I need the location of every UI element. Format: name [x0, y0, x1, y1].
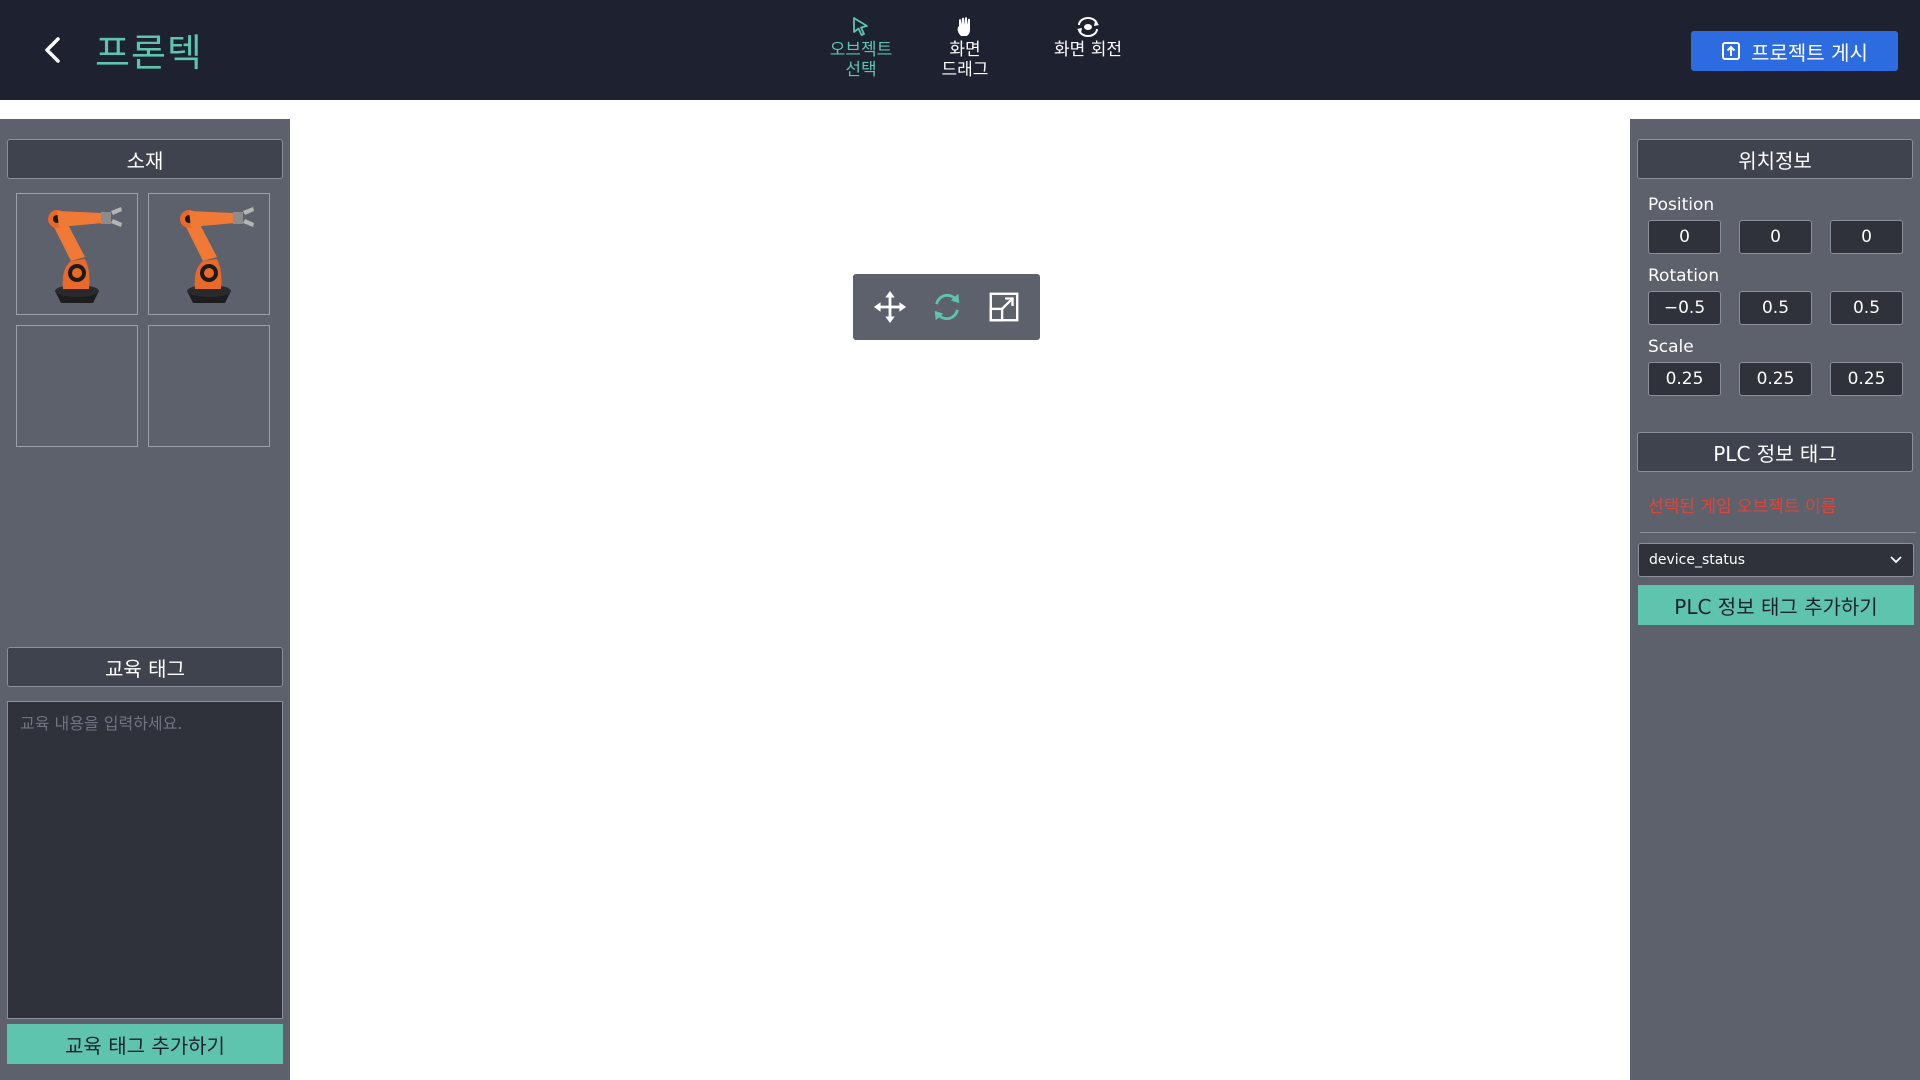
view-tool-group: 오브젝트 선택 화면 드래그 화면 회전	[820, 16, 1148, 80]
position-x-input[interactable]: 0	[1648, 220, 1721, 254]
assets-header: 소재	[7, 139, 283, 179]
rotation-x-input[interactable]: −0.5	[1648, 291, 1721, 325]
selected-object-name: 선택된 게임 오브젝트 이름	[1648, 497, 1837, 517]
publish-project-button[interactable]: 프로젝트 게시	[1691, 31, 1898, 71]
position-y-input[interactable]: 0	[1739, 220, 1812, 254]
asset-slot-empty-4[interactable]	[148, 325, 270, 447]
move-tool-button[interactable]	[870, 287, 910, 327]
cursor-icon	[853, 17, 868, 36]
scale-fields: 0.25 0.25 0.25	[1648, 362, 1903, 396]
scale-z-input[interactable]: 0.25	[1830, 362, 1903, 396]
scale-y-input[interactable]: 0.25	[1739, 362, 1812, 396]
tool-screen-rotate-label: 화면 회전	[1054, 40, 1122, 60]
chevron-left-icon	[45, 37, 60, 63]
tool-screen-drag-label: 화면 드래그	[941, 40, 989, 80]
scale-icon	[989, 292, 1018, 322]
rotate-tool-button[interactable]	[927, 287, 967, 327]
tool-screen-rotate[interactable]: 화면 회전	[1028, 16, 1148, 80]
position-fields: 0 0 0	[1648, 220, 1903, 254]
publish-project-label: 프로젝트 게시	[1751, 40, 1868, 65]
tool-object-select[interactable]: 오브젝트 선택	[820, 16, 902, 80]
project-title: 프론텍	[95, 31, 203, 75]
chevron-down-icon	[1890, 556, 1902, 564]
move-icon	[873, 290, 906, 324]
upload-icon	[1722, 42, 1741, 60]
position-label: Position	[1648, 195, 1715, 215]
rotate-icon	[934, 293, 959, 321]
rotation-fields: −0.5 0.5 0.5	[1648, 291, 1903, 325]
add-plc-tag-button[interactable]: PLC 정보 태그 추가하기	[1638, 585, 1914, 625]
scene-viewport[interactable]	[290, 119, 1630, 1080]
rotation-label: Rotation	[1648, 266, 1720, 286]
left-panel: 소재 교육 태그 교육 내용을 입력하세요. 교육 태그 추가하기	[0, 119, 290, 1080]
rotation-y-input[interactable]: 0.5	[1739, 291, 1812, 325]
top-bar: 프론텍 오브젝트 선택 화면 드래그 화면 회전 프로젝트 게시	[0, 0, 1920, 100]
rotate-view-icon	[1077, 17, 1099, 37]
divider	[1640, 532, 1916, 533]
scale-x-input[interactable]: 0.25	[1648, 362, 1721, 396]
tool-object-select-label: 오브젝트 선택	[829, 40, 893, 80]
robot-arm-icon	[48, 207, 122, 303]
tool-screen-drag[interactable]: 화면 드래그	[924, 16, 1006, 80]
transform-toolbar	[853, 274, 1040, 340]
position-z-input[interactable]: 0	[1830, 220, 1903, 254]
scale-label: Scale	[1648, 337, 1694, 357]
plc-tag-header: PLC 정보 태그	[1637, 432, 1913, 472]
position-info-header: 위치정보	[1637, 139, 1913, 179]
edu-tag-header: 교육 태그	[7, 647, 283, 687]
scale-tool-button[interactable]	[984, 287, 1024, 327]
plc-tag-select[interactable]: device_status	[1638, 543, 1914, 577]
asset-slot-robot-arm-1[interactable]	[16, 193, 138, 315]
asset-grid	[16, 193, 270, 447]
asset-slot-robot-arm-2[interactable]	[148, 193, 270, 315]
add-edu-tag-button[interactable]: 교육 태그 추가하기	[7, 1024, 283, 1064]
plc-tag-select-value: device_status	[1649, 552, 1746, 568]
hand-icon	[957, 17, 970, 36]
edu-content-input[interactable]	[7, 701, 283, 1019]
right-panel: 위치정보 Position 0 0 0 Rotation −0.5 0.5 0.…	[1630, 119, 1920, 1080]
robot-arm-icon	[180, 207, 254, 303]
back-button[interactable]	[38, 34, 68, 66]
asset-slot-empty-3[interactable]	[16, 325, 138, 447]
rotation-z-input[interactable]: 0.5	[1830, 291, 1903, 325]
